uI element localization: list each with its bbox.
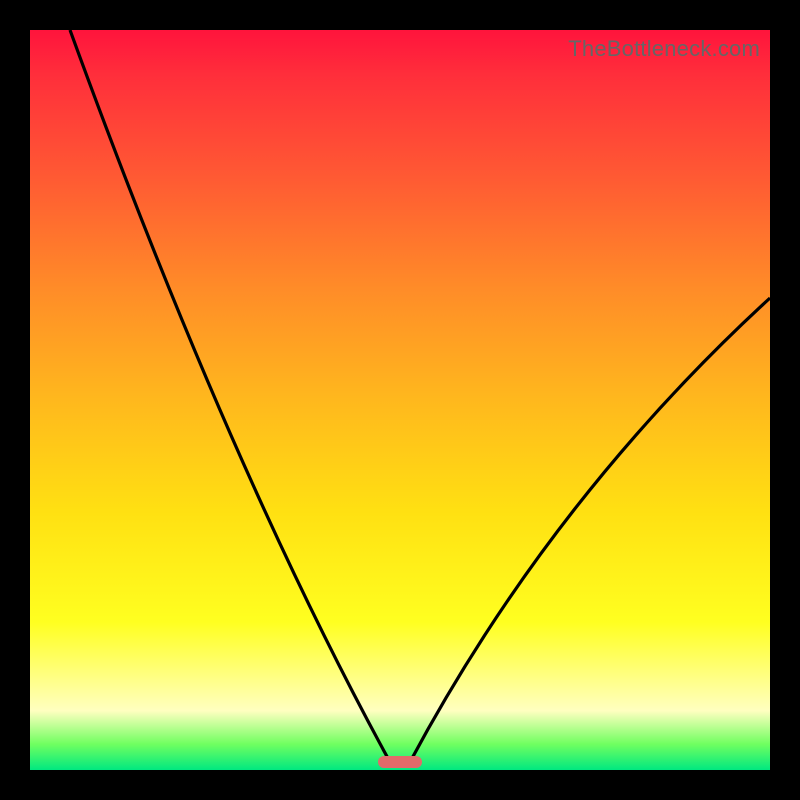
curve-left-branch bbox=[70, 30, 390, 762]
plot-area: TheBottleneck.com bbox=[30, 30, 770, 770]
bottleneck-marker bbox=[378, 756, 422, 768]
curve-right-branch bbox=[410, 298, 770, 762]
bottleneck-curve bbox=[30, 30, 770, 770]
chart-frame: TheBottleneck.com bbox=[0, 0, 800, 800]
